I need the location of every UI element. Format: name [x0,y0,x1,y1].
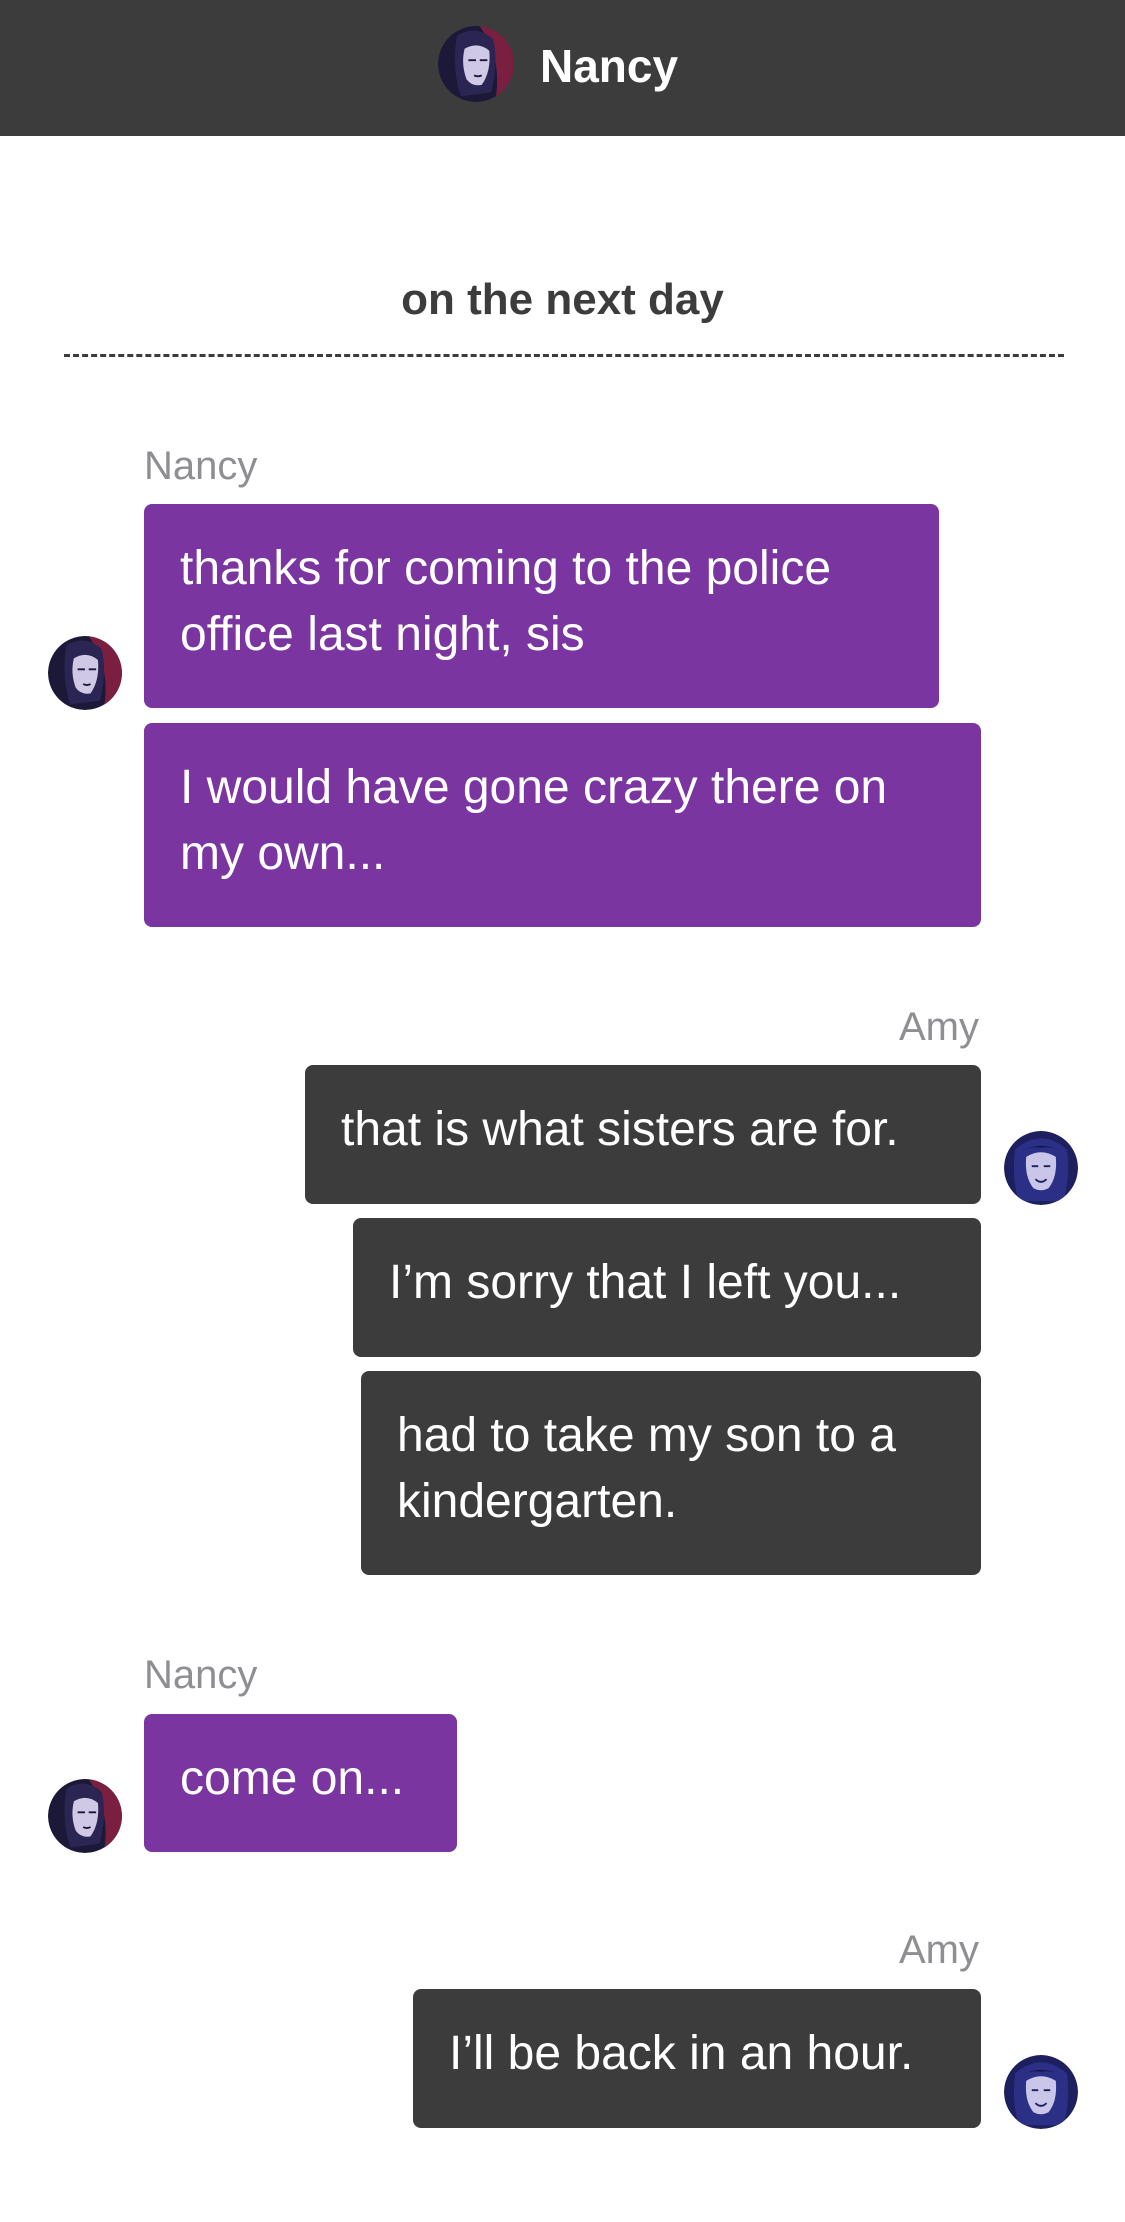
nancy-avatar-icon[interactable] [48,1779,122,1853]
nancy-avatar-icon[interactable] [438,26,514,102]
chat-header: Nancy [0,0,1125,136]
sender-label-amy: Amy [899,1005,979,1049]
sender-label-nancy: Nancy [144,444,258,488]
message-bubble[interactable]: I’ll be back in an hour. [413,1989,981,2128]
message-bubble[interactable]: thanks for coming to the police office l… [144,504,939,708]
message-bubble[interactable]: I’m sorry that I left you... [353,1218,981,1357]
amy-avatar-icon[interactable] [1004,2055,1078,2129]
chat-title: Nancy [540,40,679,92]
sender-label-amy: Amy [899,1928,979,1972]
message-bubble[interactable]: had to take my son to a kindergarten. [361,1371,981,1575]
message-bubble[interactable]: I would have gone crazy there on my own.… [144,723,981,927]
message-bubble[interactable]: that is what sisters are for. [305,1065,981,1204]
day-divider-label: on the next day [401,275,724,324]
amy-avatar-icon[interactable] [1004,1131,1078,1205]
sender-label-nancy: Nancy [144,1653,258,1697]
nancy-avatar-icon[interactable] [48,636,122,710]
day-divider-line [64,354,1064,357]
message-bubble[interactable]: come on... [144,1714,457,1852]
